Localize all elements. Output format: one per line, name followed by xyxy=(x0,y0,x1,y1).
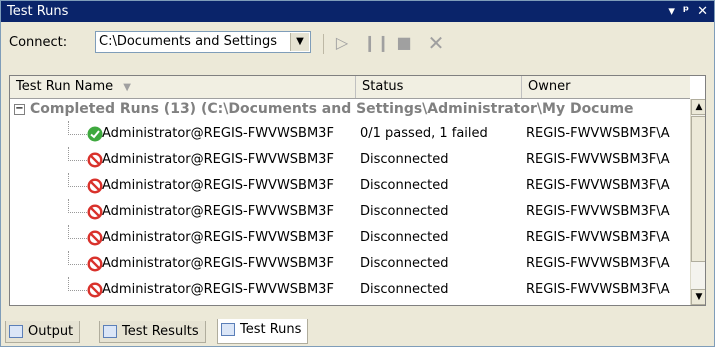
dropdown-icon[interactable]: ▾ xyxy=(668,1,675,22)
table-row[interactable]: Administrator@REGIS-FWVWSBM3F Disconnecte… xyxy=(10,199,690,225)
column-header-owner[interactable]: Owner xyxy=(522,76,690,98)
toolbar-separator xyxy=(323,34,324,54)
test-results-icon xyxy=(103,325,117,338)
pause-icon[interactable]: ❙❙ xyxy=(363,33,390,53)
status-cell: Disconnected xyxy=(360,204,449,219)
window-controls: ▾ ᵖ ✕ xyxy=(668,1,708,22)
column-header-name[interactable]: Test Run Name ▼ xyxy=(10,76,356,98)
scroll-down-icon[interactable]: ▼ xyxy=(691,289,705,305)
pin-icon[interactable]: ᵖ xyxy=(683,1,689,22)
table-row[interactable]: Administrator@REGIS-FWVWSBM3F 0/1 passed,… xyxy=(10,121,690,147)
run-name-cell: Administrator@REGIS-FWVWSBM3F xyxy=(102,282,334,297)
disconnected-icon xyxy=(87,178,103,194)
grid-header: Test Run Name ▼ Status Owner xyxy=(10,76,690,99)
delete-icon[interactable]: ✕ xyxy=(425,33,447,53)
owner-cell: REGIS-FWVWSBM3F\A xyxy=(526,204,670,219)
passed-icon xyxy=(87,126,103,142)
run-name-cell: Administrator@REGIS-FWVWSBM3F xyxy=(102,152,334,167)
disconnected-icon xyxy=(87,282,103,298)
tree-connector xyxy=(68,121,87,135)
window-title: Test Runs xyxy=(7,4,69,19)
tree-connector xyxy=(68,173,87,187)
toolbar: Connect: C:\Documents and Settings ▼ ▷ ❙… xyxy=(1,22,714,65)
run-icon[interactable]: ▷ xyxy=(331,33,353,53)
tree-connector xyxy=(68,225,87,239)
connect-label: Connect: xyxy=(9,35,68,50)
status-cell: Disconnected xyxy=(360,230,449,245)
status-cell: 0/1 passed, 1 failed xyxy=(360,126,488,141)
run-name-cell: Administrator@REGIS-FWVWSBM3F xyxy=(102,204,334,219)
status-cell: Disconnected xyxy=(360,178,449,193)
run-name-cell: Administrator@REGIS-FWVWSBM3F xyxy=(102,230,334,245)
owner-cell: REGIS-FWVWSBM3F\A xyxy=(526,152,670,167)
run-name-cell: Administrator@REGIS-FWVWSBM3F xyxy=(102,178,334,193)
disconnected-icon xyxy=(87,152,103,168)
test-runs-icon xyxy=(221,323,235,336)
disconnected-icon xyxy=(87,230,103,246)
bottom-tab-strip: Output Test Results Test Runs xyxy=(1,317,714,346)
group-label: Completed Runs (13) (C:\Documents and Se… xyxy=(30,101,634,117)
owner-cell: REGIS-FWVWSBM3F\A xyxy=(526,126,670,141)
owner-cell: REGIS-FWVWSBM3F\A xyxy=(526,282,670,297)
tab-test-runs[interactable]: Test Runs xyxy=(217,319,309,344)
test-runs-grid: Test Run Name ▼ Status Owner − Completed… xyxy=(9,75,706,306)
run-name-cell: Administrator@REGIS-FWVWSBM3F xyxy=(102,126,334,141)
owner-cell: REGIS-FWVWSBM3F\A xyxy=(526,256,670,271)
owner-cell: REGIS-FWVWSBM3F\A xyxy=(526,178,670,193)
tree-connector xyxy=(68,147,87,161)
table-row[interactable]: Administrator@REGIS-FWVWSBM3F Disconnecte… xyxy=(10,225,690,251)
status-cell: Disconnected xyxy=(360,256,449,271)
output-icon xyxy=(9,325,23,338)
collapse-icon[interactable]: − xyxy=(14,104,25,115)
status-cell: Disconnected xyxy=(360,282,449,297)
tab-test-results[interactable]: Test Results xyxy=(99,321,206,343)
owner-cell: REGIS-FWVWSBM3F\A xyxy=(526,230,670,245)
connection-select[interactable]: C:\Documents and Settings ▼ xyxy=(95,31,311,53)
group-row-completed[interactable]: − Completed Runs (13) (C:\Documents and … xyxy=(10,99,690,120)
run-name-cell: Administrator@REGIS-FWVWSBM3F xyxy=(102,256,334,271)
table-row[interactable]: Administrator@REGIS-FWVWSBM3F Disconnecte… xyxy=(10,251,690,277)
connection-value: C:\Documents and Settings xyxy=(99,34,278,49)
status-cell: Disconnected xyxy=(360,152,449,167)
tab-output[interactable]: Output xyxy=(5,321,81,343)
table-row[interactable]: Administrator@REGIS-FWVWSBM3F Disconnecte… xyxy=(10,277,690,303)
sort-icon: ▼ xyxy=(123,82,131,93)
chevron-down-icon[interactable]: ▼ xyxy=(290,33,309,51)
table-row[interactable]: Administrator@REGIS-FWVWSBM3F Disconnecte… xyxy=(10,173,690,199)
test-runs-window: Test Runs ▾ ᵖ ✕ Connect: C:\Documents an… xyxy=(0,0,715,347)
tree-connector xyxy=(68,251,87,265)
scroll-up-icon[interactable]: ▲ xyxy=(691,99,705,115)
close-icon[interactable]: ✕ xyxy=(697,1,708,22)
vertical-scrollbar[interactable]: ▲ ▼ xyxy=(690,99,705,305)
tree-connector xyxy=(68,199,87,213)
disconnected-icon xyxy=(87,256,103,272)
scroll-thumb[interactable] xyxy=(691,116,705,262)
stop-icon[interactable]: ■ xyxy=(393,33,415,53)
tree-connector xyxy=(68,277,87,291)
disconnected-icon xyxy=(87,204,103,220)
column-header-status[interactable]: Status xyxy=(356,76,522,98)
title-bar: Test Runs ▾ ᵖ ✕ xyxy=(1,1,714,22)
table-row[interactable]: Administrator@REGIS-FWVWSBM3F Disconnecte… xyxy=(10,147,690,173)
